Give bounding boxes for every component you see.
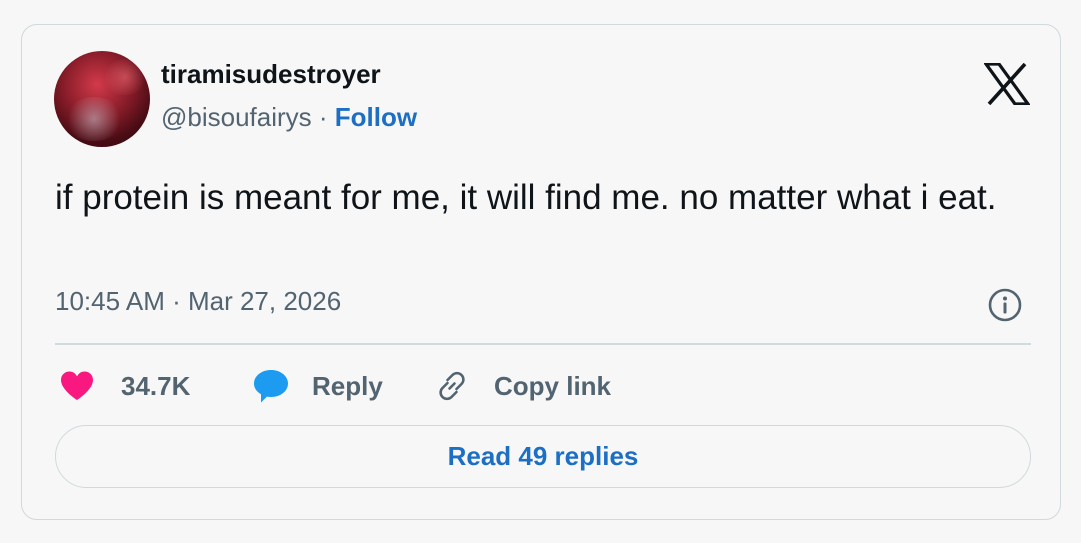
copy-link-button[interactable]: Copy link [434,369,611,403]
user-handle[interactable]: @bisoufairys [161,102,312,132]
reply-label: Reply [312,370,383,401]
display-name[interactable]: tiramisudestroyer [161,59,381,90]
link-icon [439,371,465,401]
tweet-text: if protein is meant for me, it will find… [55,178,997,217]
follow-button[interactable]: Follow [335,102,417,132]
copy-link-label: Copy link [494,370,612,401]
like-count: 34.7K [121,370,191,401]
tweet-timestamp[interactable]: 10:45 AM · Mar 27, 2026 [55,286,341,317]
read-replies-label: Read 49 replies [447,441,639,471]
info-icon[interactable] [988,288,1022,322]
avatar[interactable] [54,51,150,147]
heart-icon [61,371,93,400]
like-button[interactable]: 34.7K [59,369,190,403]
read-replies-button[interactable]: Read 49 replies [55,425,1031,488]
speech-bubble-icon [254,370,288,403]
handle-row: @bisoufairys · Follow [161,102,417,133]
x-logo-icon[interactable] [984,63,1030,105]
separator: · [311,102,335,132]
divider [55,343,1031,345]
reply-button[interactable]: Reply [252,369,383,403]
tweet-card: tiramisudestroyer @bisoufairys · Follow … [21,24,1061,520]
